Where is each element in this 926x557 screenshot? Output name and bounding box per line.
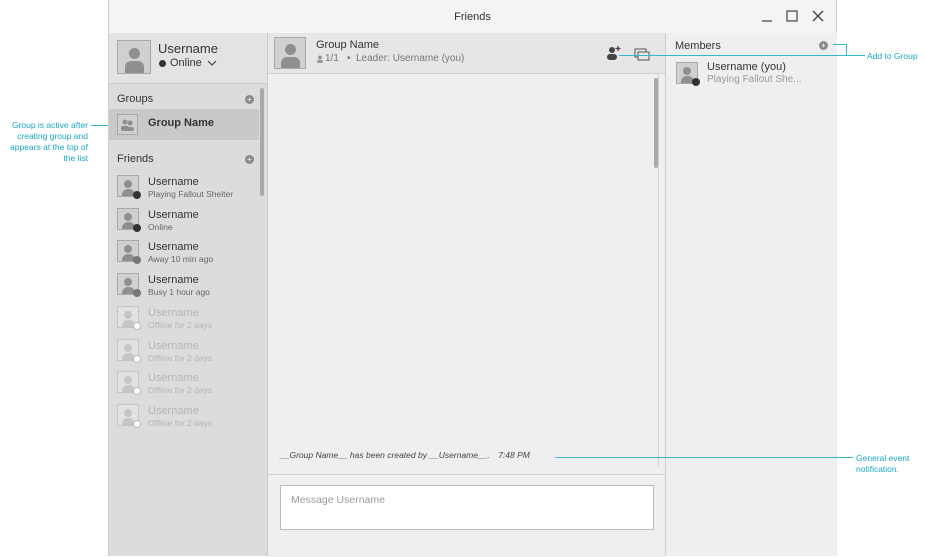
leader-info: Leader: Username (you) <box>356 53 465 64</box>
friend-status-dot <box>133 354 141 363</box>
group-name: Group Name <box>148 117 215 129</box>
friend-status-dot <box>133 256 141 265</box>
friend-status: Offline for 2 days <box>148 385 213 396</box>
profile-card: Username Online <box>109 33 267 84</box>
profile-username: Username <box>158 41 218 56</box>
annotation-line-add-to-group-h <box>619 55 865 56</box>
chat-group-avatar <box>274 37 306 69</box>
chat-scroll-track <box>658 74 659 466</box>
friend-name: Username <box>148 339 199 352</box>
friend-name: Username <box>148 176 199 188</box>
friend-item[interactable]: Username Away 10 min ago <box>109 237 259 269</box>
annotation-event-notification: General event notification. <box>856 453 910 474</box>
friend-item[interactable]: Username Offline for 2 days <box>109 368 259 400</box>
member-name: Username (you) <box>707 61 786 73</box>
group-avatar <box>117 114 138 135</box>
friend-status: Busy 1 hour ago <box>148 287 210 298</box>
friend-name: Username <box>148 404 199 417</box>
friend-item[interactable]: Username Playing Fallout Shelter <box>109 172 259 204</box>
event-message: __Group Name__ has been created by __Use… <box>280 450 490 460</box>
friend-status: Offline for 2 days <box>148 352 213 363</box>
group-icon <box>121 119 134 131</box>
member-count-icon <box>317 55 323 63</box>
annotation-line-event <box>555 457 853 458</box>
add-group-icon[interactable]: + <box>245 95 254 104</box>
chevron-down-icon <box>207 60 217 66</box>
member-status-dot <box>692 78 700 86</box>
annotation-group-active: Group is active after creating group and… <box>10 120 88 163</box>
friend-name: Username <box>148 274 199 287</box>
friend-item[interactable]: Username Busy 1 hour ago <box>109 270 259 302</box>
friend-status: Offline for 2 days <box>148 319 213 330</box>
leader-separator: • <box>347 53 351 64</box>
friends-window: Friends Username Online Groups + Group N… <box>108 0 837 557</box>
friend-status-dot <box>133 321 141 330</box>
friend-item[interactable]: Username Offline for 2 days <box>109 336 259 368</box>
friend-name: Username <box>148 208 199 221</box>
friend-item[interactable]: Username Online <box>109 205 259 237</box>
member-status: Playing Fallout She... <box>707 74 802 85</box>
sidebar-scrollbar[interactable] <box>260 88 264 196</box>
annotation-add-to-group: Add to Group <box>867 51 918 61</box>
members-panel: Members + Username (you) Playing Fallout… <box>665 33 837 556</box>
member-item[interactable]: Username (you) Playing Fallout She... <box>666 59 837 91</box>
add-to-group-icon[interactable] <box>606 45 622 61</box>
minimize-icon <box>762 20 772 22</box>
annotation-line-bracket-v <box>846 44 847 56</box>
window-title: Friends <box>454 11 491 23</box>
friends-sidebar: Username Online Groups + Group Name Frie… <box>109 33 268 556</box>
member-count: 1/1 <box>325 53 339 64</box>
add-member-icon[interactable]: + <box>819 41 828 50</box>
message-input[interactable]: Message Username <box>280 485 654 530</box>
friend-status: Online <box>148 221 173 232</box>
event-notification: __Group Name__ has been created by __Use… <box>280 450 530 460</box>
maximize-button[interactable] <box>784 8 800 24</box>
minimize-button[interactable] <box>759 8 775 24</box>
titlebar: Friends <box>109 0 836 34</box>
window-icon[interactable] <box>634 47 650 61</box>
friend-item[interactable]: Username Offline for 2 days <box>109 303 259 335</box>
friends-section-title: Friends <box>117 153 154 165</box>
friend-status-dot <box>133 419 141 428</box>
friend-name: Username <box>148 306 199 319</box>
annotation-line-bracket-top <box>833 44 847 45</box>
friend-item[interactable]: Username Offline for 2 days <box>109 401 259 433</box>
close-icon <box>812 10 824 22</box>
group-item[interactable]: Group Name <box>109 109 259 140</box>
close-button[interactable] <box>810 8 826 24</box>
message-composer: Message Username <box>268 474 665 557</box>
event-time: 7:48 PM <box>498 450 530 460</box>
friend-status-dot <box>133 191 141 199</box>
friend-status: Playing Fallout Shelter <box>148 189 234 199</box>
friend-status: Offline for 2 days <box>148 417 213 428</box>
friend-status-dot <box>133 387 141 396</box>
friend-name: Username <box>148 372 199 385</box>
groups-section-title: Groups <box>117 93 154 105</box>
profile-avatar[interactable] <box>117 40 151 74</box>
online-status-dot <box>159 60 166 67</box>
friend-status: Away 10 min ago <box>148 254 214 265</box>
profile-status: Online <box>170 57 202 69</box>
maximize-icon <box>786 10 798 22</box>
chat-messages: __Group Name__ has been created by __Use… <box>268 74 665 468</box>
friend-name: Username <box>148 241 199 254</box>
friend-status-dot <box>133 289 141 298</box>
chat-scrollbar[interactable] <box>654 78 658 168</box>
add-friend-icon[interactable]: + <box>245 155 254 164</box>
chat-header: Group Name 1/1 • Leader: Username (you) <box>268 33 665 74</box>
members-title: Members <box>675 40 721 52</box>
friend-status-dot <box>133 223 141 232</box>
chat-group-name: Group Name <box>316 39 379 51</box>
